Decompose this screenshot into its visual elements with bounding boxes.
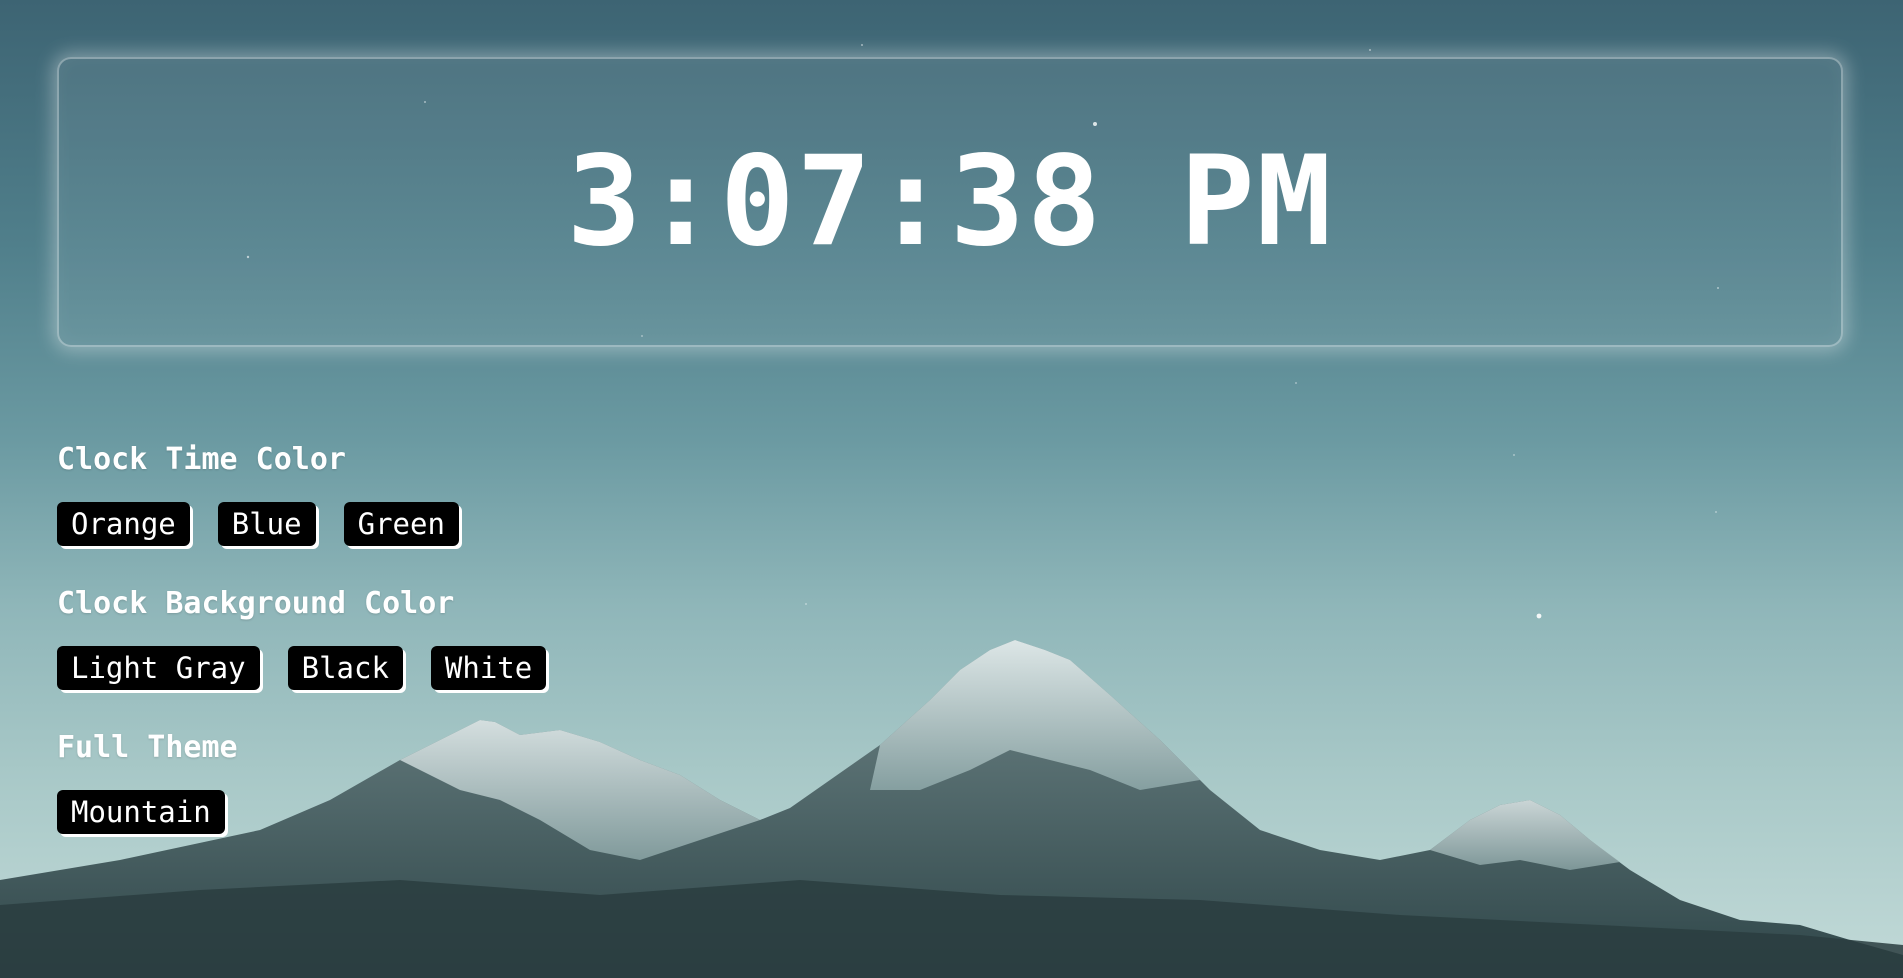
clock-panel: 3:07:38 PM (57, 57, 1843, 347)
blue-color-button[interactable]: Blue (217, 502, 316, 546)
clock-time-color-options: Orange Blue Green (57, 502, 546, 546)
black-background-button[interactable]: Black (287, 646, 403, 690)
full-theme-heading: Full Theme (57, 730, 238, 765)
white-background-button[interactable]: White (430, 646, 547, 690)
clock-time-display: 3:07:38 PM (566, 130, 1334, 274)
clock-background-color-options: Light Gray Black White (57, 646, 547, 690)
full-theme-options: Mountain (57, 790, 546, 834)
mountain-theme-button[interactable]: Mountain (57, 790, 225, 834)
clock-background-color-heading: Clock Background Color (57, 586, 455, 621)
light-gray-background-button[interactable]: Light Gray (57, 646, 260, 690)
orange-color-button[interactable]: Orange (57, 502, 190, 546)
green-color-button[interactable]: Green (343, 502, 459, 546)
settings-controls: Clock Time Color Orange Blue Green Clock… (57, 440, 547, 872)
clock-time-color-heading: Clock Time Color (57, 442, 346, 477)
